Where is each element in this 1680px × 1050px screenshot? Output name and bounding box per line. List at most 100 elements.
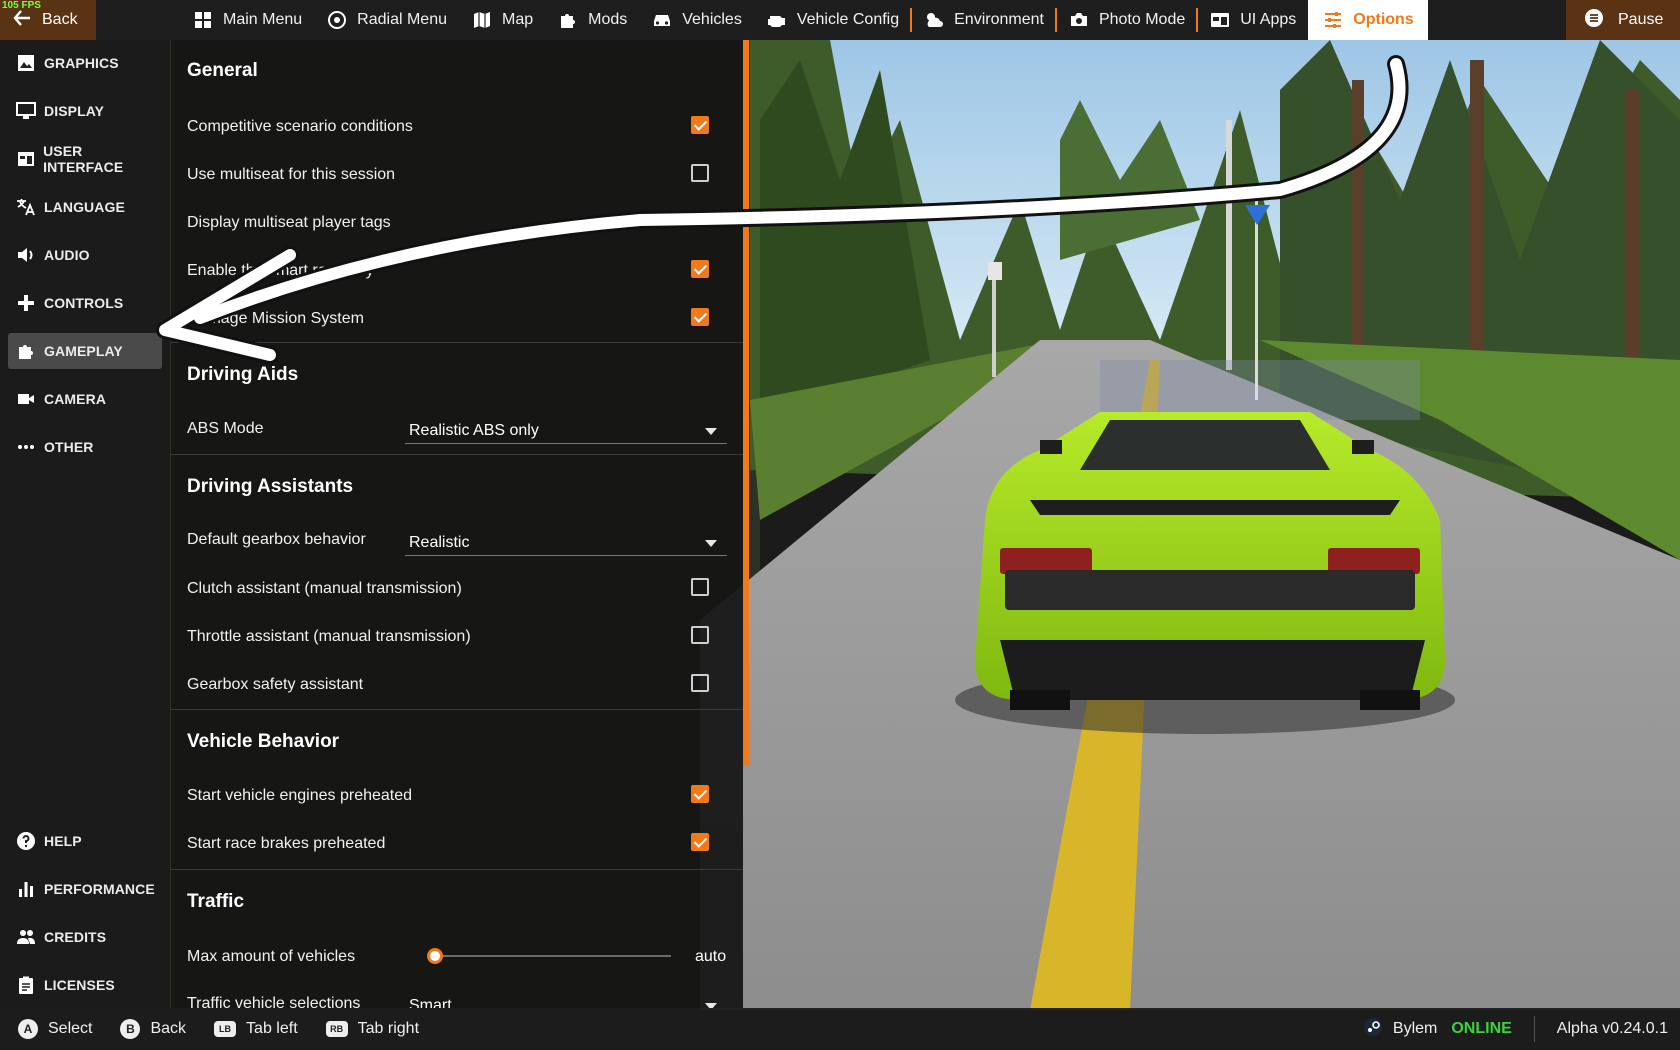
setting-label: Max amount of vehicles xyxy=(187,948,356,965)
engines-preheated-checkbox[interactable] xyxy=(691,785,709,803)
video-camera-icon xyxy=(14,387,38,411)
setting-label: Clutch assistant (manual transmission) xyxy=(187,580,462,597)
pause-button[interactable]: Pause xyxy=(1566,0,1680,40)
hint-label: Tab left xyxy=(246,1020,298,1037)
divider xyxy=(1533,1016,1535,1042)
menu-radial-menu[interactable]: Radial Menu xyxy=(314,0,459,40)
sidebar-item-audio[interactable]: AUDIO xyxy=(8,237,162,273)
setting-label: Damage Mission System xyxy=(187,310,364,327)
gearbox-behavior-value: Realistic xyxy=(409,533,470,551)
hint-back[interactable]: B Back xyxy=(120,1019,186,1039)
fps-counter: 105 FPS xyxy=(2,0,41,11)
hint-label: Select xyxy=(48,1020,93,1037)
sidebar-item-label: CREDITS xyxy=(44,929,107,945)
hint-tab-left[interactable]: LB Tab left xyxy=(214,1020,298,1038)
menu-environment-label: Environment xyxy=(954,11,1044,28)
sidebar-item-performance[interactable]: PERFORMANCE xyxy=(8,871,162,907)
hint-label: Tab right xyxy=(357,1020,420,1037)
setting-label: Display multiseat player tags xyxy=(187,214,391,231)
sidebar-item-graphics[interactable]: GRAPHICS xyxy=(8,45,162,81)
abs-mode-select[interactable]: Realistic ABS only xyxy=(405,418,727,444)
sidebar-item-licenses[interactable]: LICENSES xyxy=(8,967,162,1003)
menu-environment[interactable]: Environment xyxy=(911,0,1057,40)
gameplay-settings-panel: General Competitive scenario conditions … xyxy=(171,40,743,1008)
monitor-icon xyxy=(14,99,38,123)
menu-ui-apps-label: UI Apps xyxy=(1240,11,1297,28)
multiseat-checkbox[interactable] xyxy=(691,164,709,182)
camera-icon xyxy=(1068,9,1090,31)
damage-mission-checkbox[interactable] xyxy=(691,308,709,326)
user-status: Bylem ONLINE Alpha v0.24.0.1 xyxy=(1363,1008,1680,1050)
image-icon xyxy=(14,51,38,75)
traffic-selection-select[interactable]: Smart xyxy=(405,993,727,1008)
menu-main-menu[interactable]: Main Menu xyxy=(180,0,314,40)
setting-label: Enable the smart recovery xyxy=(187,262,374,279)
main-menu-icon xyxy=(192,9,214,31)
bar-chart-icon xyxy=(14,877,38,901)
gearbox-behavior-select[interactable]: Realistic xyxy=(405,530,727,556)
sidebar-item-user-interface[interactable]: USER INTERFACE xyxy=(8,141,162,177)
section-title-general: General xyxy=(187,60,258,81)
sidebar-item-label: CAMERA xyxy=(44,391,107,407)
rb-button-icon: RB xyxy=(325,1021,348,1037)
clutch-assistant-checkbox[interactable] xyxy=(691,578,709,596)
radial-menu-icon xyxy=(326,9,348,31)
smart-recovery-checkbox[interactable] xyxy=(691,260,709,278)
sidebar-item-credits[interactable]: CREDITS xyxy=(8,919,162,955)
menu-vehicles[interactable]: Vehicles xyxy=(639,0,754,40)
game-version: Alpha v0.24.0.1 xyxy=(1556,1020,1668,1037)
setting-label: Use multiseat for this session xyxy=(187,166,396,183)
weather-icon xyxy=(923,9,945,31)
translate-icon xyxy=(14,195,38,219)
menu-map[interactable]: Map xyxy=(459,0,545,40)
gearbox-safety-checkbox[interactable] xyxy=(691,674,709,692)
throttle-assistant-checkbox[interactable] xyxy=(691,626,709,644)
setting-label: Start vehicle engines preheated xyxy=(187,787,413,804)
menu-ui-apps[interactable]: UI Apps xyxy=(1197,0,1308,40)
hint-select[interactable]: A Select xyxy=(18,1019,92,1039)
arrow-left-icon xyxy=(12,8,32,33)
section-divider xyxy=(171,869,743,870)
car xyxy=(975,412,1445,710)
engine-icon xyxy=(766,9,788,31)
setting-label: Traffic vehicle selections xyxy=(187,995,361,1008)
sidebar-item-controls[interactable]: CONTROLS xyxy=(8,285,162,321)
competitive-scenario-checkbox[interactable] xyxy=(691,116,709,134)
section-title-driving-assistants: Driving Assistants xyxy=(187,476,354,497)
setting-label: Throttle assistant (manual transmission) xyxy=(187,628,471,645)
slider-thumb[interactable] xyxy=(427,948,443,964)
hint-label: Back xyxy=(150,1020,187,1037)
menu-mods[interactable]: Mods xyxy=(545,0,639,40)
brakes-preheated-checkbox[interactable] xyxy=(691,833,709,851)
puzzle-icon xyxy=(557,9,579,31)
hint-tab-right[interactable]: RB Tab right xyxy=(325,1020,420,1038)
menu-mods-label: Mods xyxy=(588,11,628,28)
sidebar-item-label: OTHER xyxy=(44,439,94,455)
sidebar-item-language[interactable]: LANGUAGE xyxy=(8,189,162,225)
sidebar-item-gameplay[interactable]: GAMEPLAY xyxy=(8,333,162,369)
menu-photo-mode-label: Photo Mode xyxy=(1098,11,1186,28)
sidebar-item-camera[interactable]: CAMERA xyxy=(8,381,162,417)
menu-options[interactable]: Options xyxy=(1308,0,1428,40)
max-vehicles-slider[interactable] xyxy=(435,955,671,957)
window-icon xyxy=(14,147,37,171)
menu-map-label: Map xyxy=(501,11,534,28)
setting-label: Start race brakes preheated xyxy=(187,835,386,852)
help-icon xyxy=(14,829,38,853)
setting-label: Competitive scenario conditions xyxy=(187,118,413,135)
menu-vehicles-label: Vehicles xyxy=(682,11,742,28)
menu-vehicle-config-label: Vehicle Config xyxy=(796,11,900,28)
b-button-icon: B xyxy=(120,1019,141,1039)
setting-label: Gearbox safety assistant xyxy=(187,676,364,693)
sidebar-item-help[interactable]: HELP xyxy=(8,823,162,859)
sidebar-item-display[interactable]: DISPLAY xyxy=(8,93,162,129)
menu-vehicle-config[interactable]: Vehicle Config xyxy=(754,0,913,40)
menu-photo-mode[interactable]: Photo Mode xyxy=(1056,0,1199,40)
max-vehicles-value: auto xyxy=(695,948,727,965)
back-button[interactable]: 105 FPS Back xyxy=(0,0,96,40)
panel-scrollbar[interactable] xyxy=(743,40,749,766)
sidebar-item-other[interactable]: OTHER xyxy=(8,429,162,465)
section-title-vehicle-behavior: Vehicle Behavior xyxy=(187,731,340,752)
top-menu-items: Main Menu Radial Menu Map Mods Vehicles … xyxy=(180,0,1428,40)
map-icon xyxy=(471,9,493,31)
